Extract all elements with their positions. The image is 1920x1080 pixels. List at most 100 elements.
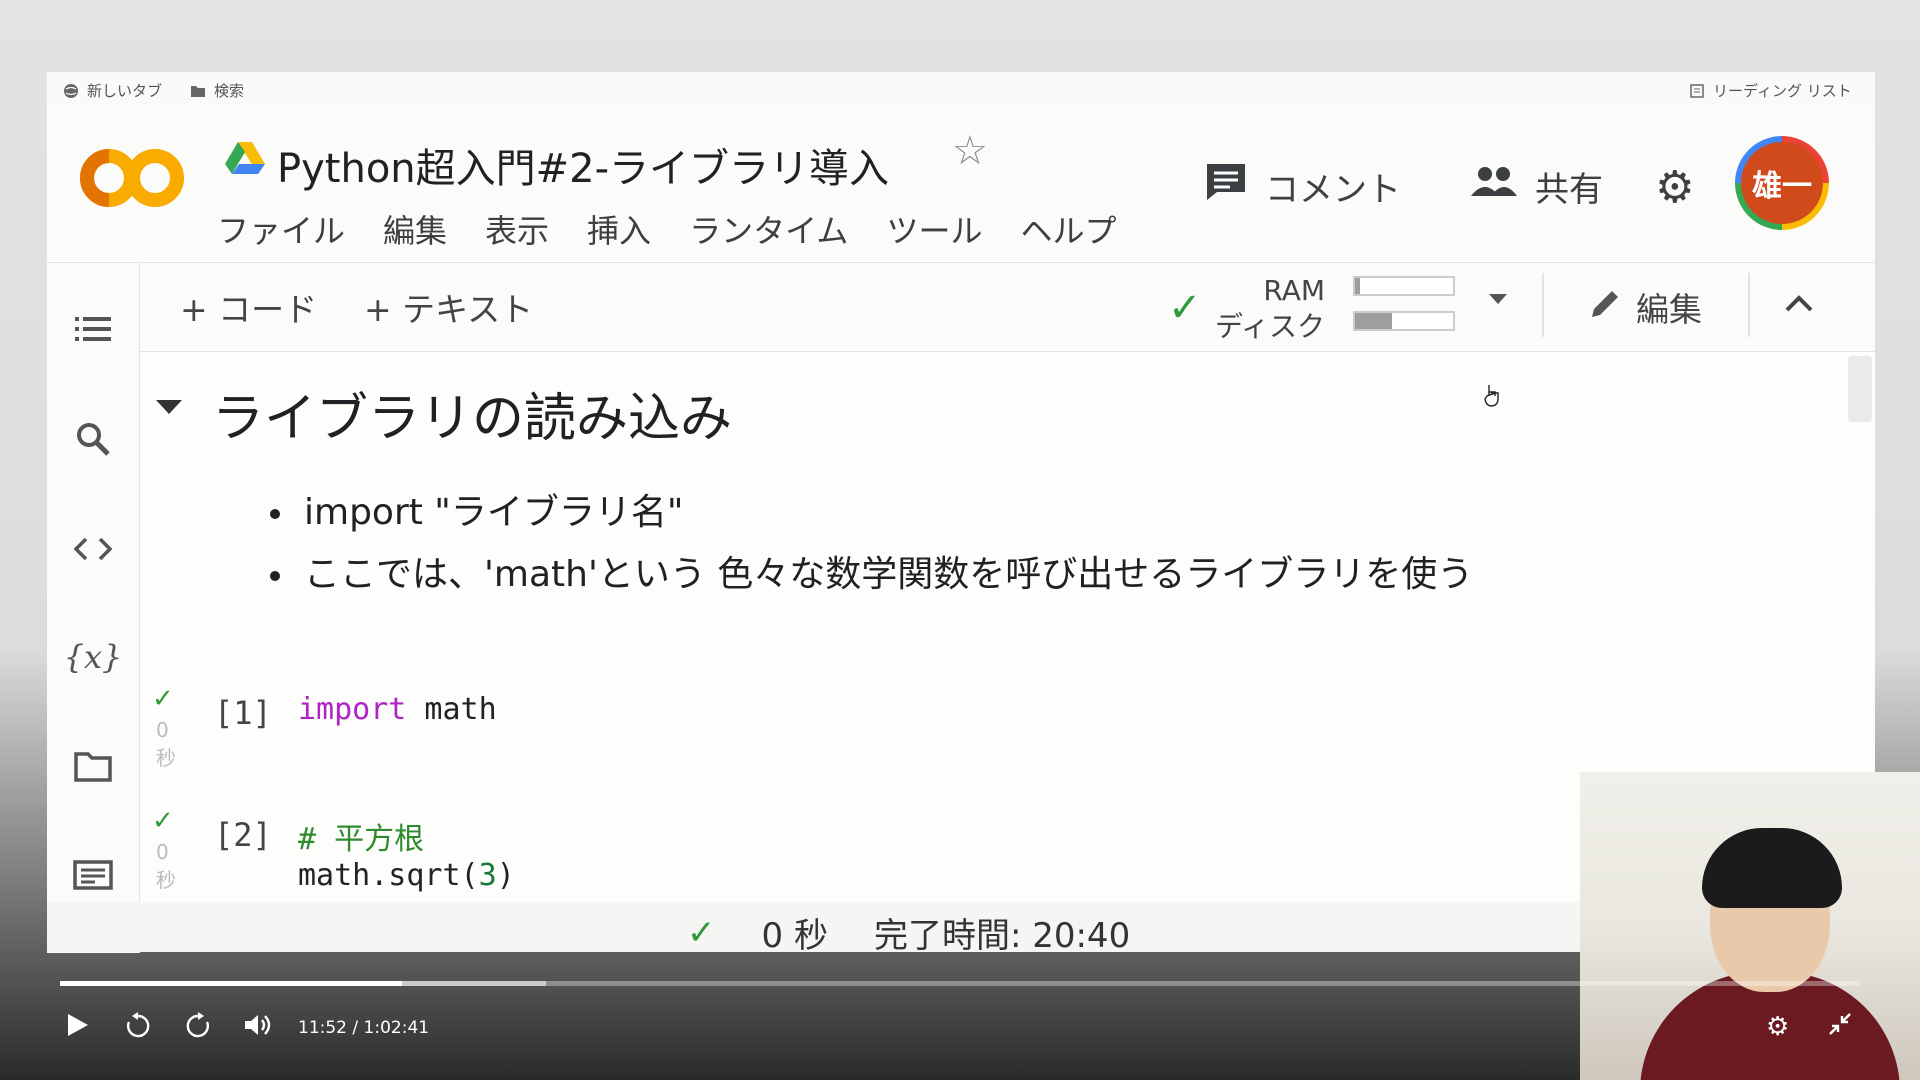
- time-separator: /: [352, 1018, 359, 1038]
- video-total-time: 1:02:41: [363, 1018, 430, 1038]
- avatar-initials: 雄一: [1741, 142, 1823, 224]
- people-icon: [1471, 166, 1517, 207]
- code-text: math.sqrt(: [298, 858, 479, 893]
- notebook-title[interactable]: Python超入門#2-ライブラリ導入: [277, 136, 889, 194]
- code-number: 3: [478, 858, 497, 893]
- video-settings-gear-icon[interactable]: ⚙: [1766, 1012, 1789, 1042]
- section-heading: ライブラリの読み込み: [212, 389, 733, 449]
- status-check-icon: ✓: [687, 912, 716, 953]
- status-text: ✓ 0 秒 完了時間: 20:40: [687, 908, 1130, 957]
- avatar[interactable]: 雄一: [1735, 136, 1829, 230]
- files-folder-icon[interactable]: [71, 745, 115, 789]
- exit-fullscreen-icon[interactable]: [1828, 1012, 1852, 1036]
- bookmark-new-tab[interactable]: 新しいタブ: [63, 80, 162, 101]
- connected-check-icon: ✓: [1168, 285, 1202, 331]
- bookmarks-bar: 新しいタブ 検索 リーディング リスト: [47, 72, 1875, 107]
- menu-help[interactable]: ヘルプ: [1020, 206, 1116, 252]
- rewind-10-icon[interactable]: [124, 1012, 152, 1040]
- cell-exec-number: [1]: [214, 694, 272, 732]
- share-button[interactable]: 共有: [1471, 162, 1603, 211]
- edit-mode-button[interactable]: 編集: [1588, 283, 1702, 331]
- add-text-button[interactable]: + テキスト: [364, 283, 533, 331]
- bullet-text: import "ライブラリ名": [304, 492, 684, 533]
- status-duration: 0 秒: [761, 916, 828, 956]
- exec-time-unit: 秒: [156, 746, 176, 770]
- reading-list-button[interactable]: リーディング リスト: [1689, 80, 1852, 101]
- code-text: ): [496, 858, 515, 893]
- code-keyword: import: [298, 692, 407, 727]
- comment-button[interactable]: コメント: [1205, 162, 1401, 211]
- code-line[interactable]: import math: [298, 692, 497, 727]
- code-line[interactable]: # 平方根: [298, 814, 424, 858]
- menu-bar: ファイル 編集 表示 挿入 ランタイム ツール ヘルプ: [217, 206, 1116, 252]
- code-line[interactable]: math.sqrt(3): [298, 858, 515, 893]
- google-drive-icon[interactable]: [225, 140, 265, 176]
- menu-insert[interactable]: 挿入: [587, 206, 651, 252]
- bullet-text: ここでは、'math'という 色々な数学関数を呼び出せるライブラリを使う: [304, 554, 1474, 595]
- content-scrollbar[interactable]: [1848, 356, 1872, 422]
- code-text: math: [406, 692, 497, 727]
- share-label: 共有: [1535, 170, 1603, 210]
- menu-file[interactable]: ファイル: [217, 206, 345, 252]
- presenter-hair: [1702, 828, 1842, 908]
- notebook-toolbar: + コード + テキスト ✓ RAM ディスク 編集: [140, 263, 1875, 353]
- toolbar-divider: [1542, 273, 1544, 337]
- exec-time-value: 0: [156, 718, 169, 742]
- disk-label: ディスク: [1215, 310, 1326, 343]
- execution-status-bar: ✓ 0 秒 完了時間: 20:40: [47, 902, 1582, 956]
- status-completed-time: 完了時間: 20:40: [873, 916, 1131, 956]
- run-status-check-icon: ✓: [152, 806, 174, 836]
- bullet-item: import "ライブラリ名": [270, 482, 1473, 544]
- comment-icon: [1205, 162, 1247, 211]
- bookmark-search-label: 検索: [214, 82, 245, 100]
- settings-button[interactable]: ⚙: [1655, 162, 1694, 213]
- menu-tools[interactable]: ツール: [886, 206, 982, 252]
- variables-icon[interactable]: {x}: [64, 635, 123, 679]
- add-code-button[interactable]: + コード: [180, 283, 317, 331]
- folder-icon: [190, 83, 206, 99]
- hand-cursor-icon: [1483, 383, 1501, 407]
- volume-icon[interactable]: [243, 1012, 273, 1038]
- reading-list-icon: [1689, 83, 1705, 99]
- video-progress-bar[interactable]: [60, 981, 1860, 986]
- search-icon[interactable]: [71, 417, 115, 461]
- colab-header: Python超入門#2-ライブラリ導入 ☆ ファイル 編集 表示 挿入 ランタイ…: [47, 106, 1875, 263]
- edit-mode-label: 編集: [1636, 290, 1702, 329]
- menu-view[interactable]: 表示: [485, 206, 549, 252]
- chevron-down-icon[interactable]: [1487, 291, 1509, 310]
- code-snippets-icon[interactable]: [71, 527, 115, 571]
- resource-labels[interactable]: RAM ディスク: [1215, 273, 1325, 345]
- gear-icon: ⚙: [1655, 162, 1695, 213]
- reading-list-label: リーディング リスト: [1713, 82, 1852, 100]
- bookmark-new-tab-label: 新しいタブ: [87, 82, 163, 100]
- terminal-icon[interactable]: [71, 853, 115, 897]
- disk-usage-bar: [1353, 311, 1455, 331]
- collapse-caret-icon[interactable]: [156, 400, 182, 420]
- exec-time-value: 0: [156, 840, 169, 864]
- menu-edit[interactable]: 編集: [383, 206, 447, 252]
- ram-usage-bar: [1353, 276, 1455, 296]
- ram-label: RAM: [1263, 274, 1326, 307]
- table-of-contents-icon[interactable]: [71, 307, 115, 351]
- play-icon[interactable]: [66, 1012, 90, 1038]
- markdown-bullets: import "ライブラリ名" ここでは、'math'という 色々な数学関数を呼…: [270, 482, 1473, 606]
- side-rail: {x}: [47, 263, 140, 953]
- star-icon[interactable]: ☆: [952, 128, 988, 174]
- video-buffer: [60, 981, 546, 986]
- run-status-check-icon: ✓: [152, 684, 174, 714]
- bullet-item: ここでは、'math'という 色々な数学関数を呼び出せるライブラリを使う: [270, 544, 1473, 606]
- bookmark-search[interactable]: 検索: [190, 80, 244, 101]
- globe-icon: [63, 83, 79, 99]
- exec-time-unit: 秒: [156, 868, 176, 892]
- code-cell-1[interactable]: ✓ 0 秒 [1] import math: [140, 684, 1875, 774]
- bullet-dot: [270, 509, 280, 519]
- colab-logo[interactable]: [77, 146, 187, 210]
- video-time: 11:52 / 1:02:41: [298, 1018, 429, 1038]
- chevron-up-icon[interactable]: [1784, 293, 1814, 317]
- menu-runtime[interactable]: ランタイム: [689, 206, 848, 252]
- forward-10-icon[interactable]: [184, 1012, 212, 1040]
- video-current-time: 11:52: [298, 1018, 347, 1038]
- pencil-icon: [1588, 285, 1624, 329]
- ram-usage-fill: [1355, 278, 1360, 294]
- webcam-video: [1580, 772, 1920, 1080]
